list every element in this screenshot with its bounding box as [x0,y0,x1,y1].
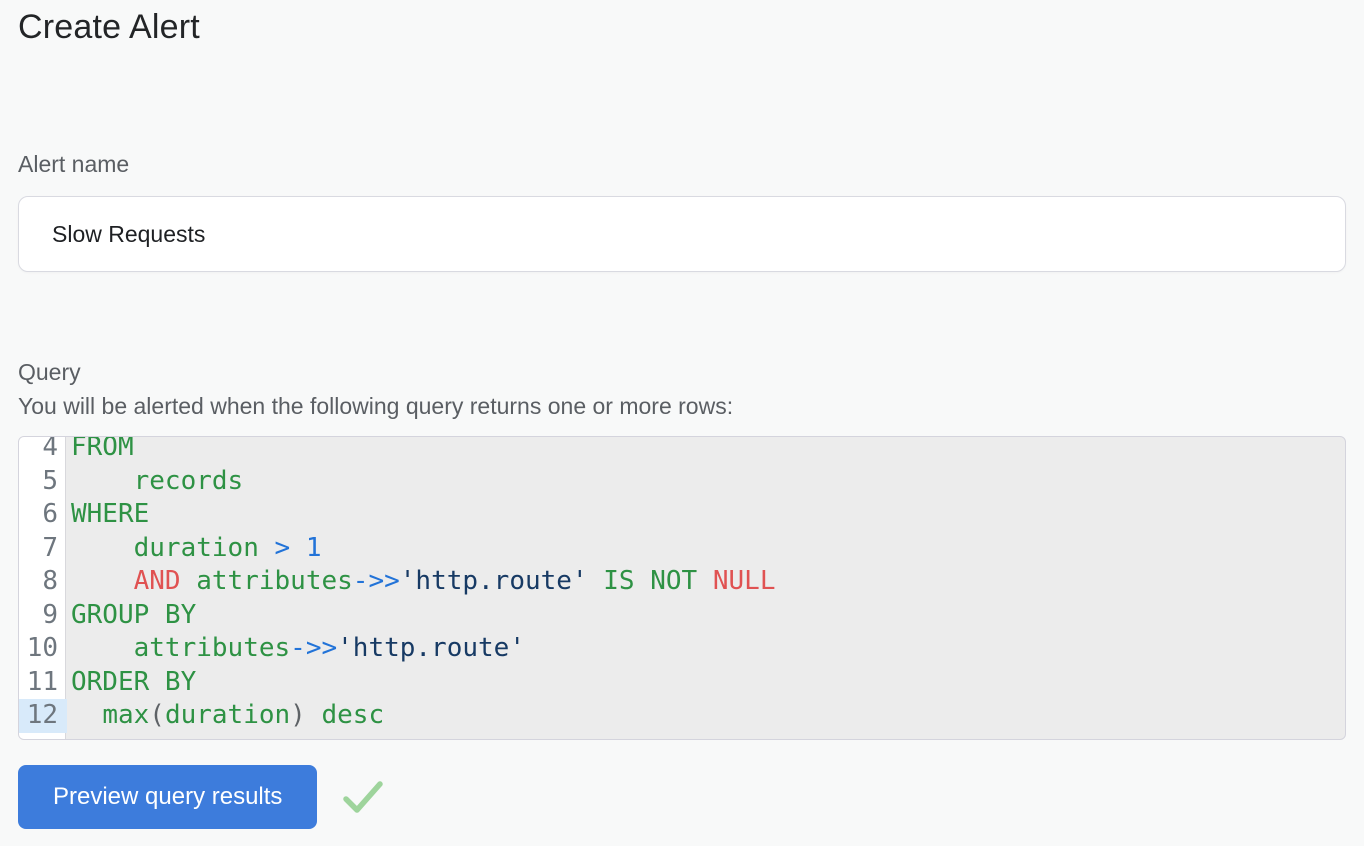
page-title: Create Alert [18,8,1346,47]
line-number: 7 [19,532,67,566]
code-editor-lines: 4FROM5 records6WHERE7 duration > 18 AND … [19,436,1345,733]
code-line-content: AND attributes->>'http.route' IS NOT NUL… [67,565,775,599]
code-line-content: attributes->>'http.route' [67,632,525,666]
code-line-content: FROM [67,436,134,465]
code-line-content: GROUP BY [67,599,196,633]
check-icon [339,777,385,817]
code-line[interactable]: 4FROM [19,436,1345,465]
line-number: 8 [19,565,67,599]
query-label: Query [18,355,1346,389]
create-alert-page: Create Alert Alert name Query You will b… [0,0,1364,829]
query-description: You will be alerted when the following q… [18,389,1346,423]
alert-name-label: Alert name [18,151,1346,178]
code-line[interactable]: 8 AND attributes->>'http.route' IS NOT N… [19,565,1345,599]
code-line[interactable]: 6WHERE [19,498,1345,532]
code-line-content: max(duration) desc [67,699,384,733]
code-line-content: ORDER BY [67,666,196,700]
code-line-content: duration > 1 [67,532,321,566]
code-line-content: records [67,465,243,499]
line-number: 4 [19,436,67,465]
line-number: 5 [19,465,67,499]
code-line[interactable]: 11ORDER BY [19,666,1345,700]
code-line[interactable]: 9GROUP BY [19,599,1345,633]
actions-row: Preview query results [18,765,1346,829]
code-line[interactable]: 12 max(duration) desc [19,699,1345,733]
line-number: 6 [19,498,67,532]
sql-query-editor[interactable]: 4FROM5 records6WHERE7 duration > 18 AND … [18,436,1346,740]
code-line[interactable]: 10 attributes->>'http.route' [19,632,1345,666]
code-line[interactable]: 7 duration > 1 [19,532,1345,566]
code-line[interactable]: 5 records [19,465,1345,499]
alert-name-input[interactable] [18,196,1346,272]
line-number: 9 [19,599,67,633]
code-line-content: WHERE [67,498,149,532]
line-number: 10 [19,632,67,666]
line-number: 12 [19,699,67,733]
preview-query-results-button[interactable]: Preview query results [18,765,317,829]
line-number: 11 [19,666,67,700]
